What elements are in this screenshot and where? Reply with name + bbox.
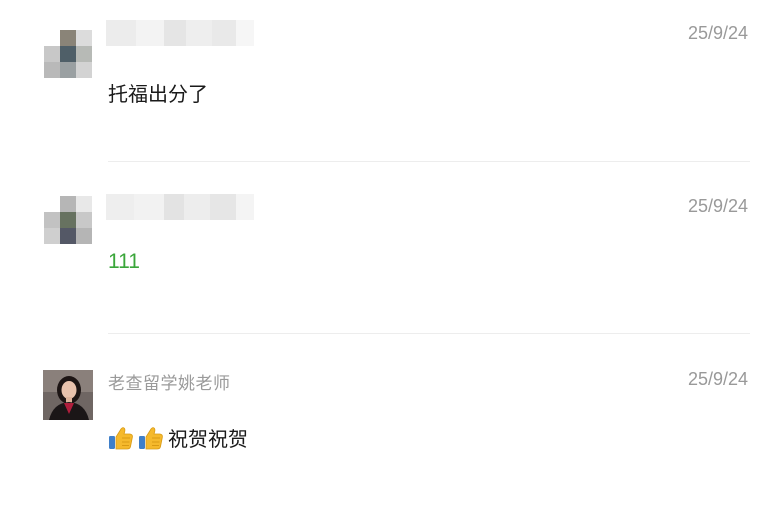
teacher-photo — [43, 370, 93, 420]
avatar-pixel — [60, 212, 76, 228]
avatar-pixel — [44, 196, 60, 212]
blur-block — [164, 194, 184, 220]
blur-block — [210, 194, 236, 220]
avatar-pixel — [60, 228, 76, 244]
thumbs-up-icon — [108, 425, 134, 451]
author-name-blurred[interactable] — [106, 194, 254, 220]
blur-block — [236, 194, 254, 220]
avatar-pixel — [76, 46, 92, 62]
thumbs-up-icon — [138, 425, 164, 451]
divider — [108, 333, 750, 334]
author-name-blurred[interactable] — [106, 20, 254, 46]
comment-text: 托福出分了 — [108, 82, 208, 106]
comment-date: 25/9/24 — [687, 196, 748, 216]
avatar-pixel — [76, 30, 92, 46]
blur-block — [186, 20, 212, 46]
avatar[interactable] — [44, 196, 92, 244]
blur-block — [136, 20, 164, 46]
comment-text-row: 祝贺祝贺 — [108, 423, 248, 452]
avatar-pixel — [44, 46, 60, 62]
avatar-pixel — [44, 212, 60, 228]
blur-block — [134, 194, 164, 220]
comment-date: 25/9/24 — [687, 23, 748, 43]
divider — [108, 161, 750, 162]
avatar-pixel — [60, 196, 76, 212]
avatar-pixel — [44, 30, 60, 46]
avatar-pixel — [44, 228, 60, 244]
avatar-pixel — [76, 228, 92, 244]
blur-block — [212, 20, 236, 46]
avatar-pixel — [60, 30, 76, 46]
blur-block — [106, 194, 134, 220]
blur-block — [184, 194, 210, 220]
comment-date: 25/9/24 — [687, 369, 748, 389]
author-name[interactable]: 老查留学姚老师 — [108, 369, 231, 394]
avatar-pixel — [44, 62, 60, 78]
blur-block — [236, 20, 254, 46]
comment-text: 祝贺祝贺 — [168, 427, 248, 451]
avatar-pixel — [60, 62, 76, 78]
blur-block — [164, 20, 186, 46]
avatar-pixel — [76, 62, 92, 78]
comment-text-link[interactable]: 111 — [108, 250, 140, 274]
avatar[interactable] — [44, 30, 92, 78]
avatar-pixel — [76, 196, 92, 212]
avatar-pixel — [76, 212, 92, 228]
avatar-pixel — [60, 46, 76, 62]
blur-block — [106, 20, 136, 46]
avatar[interactable] — [43, 370, 93, 420]
